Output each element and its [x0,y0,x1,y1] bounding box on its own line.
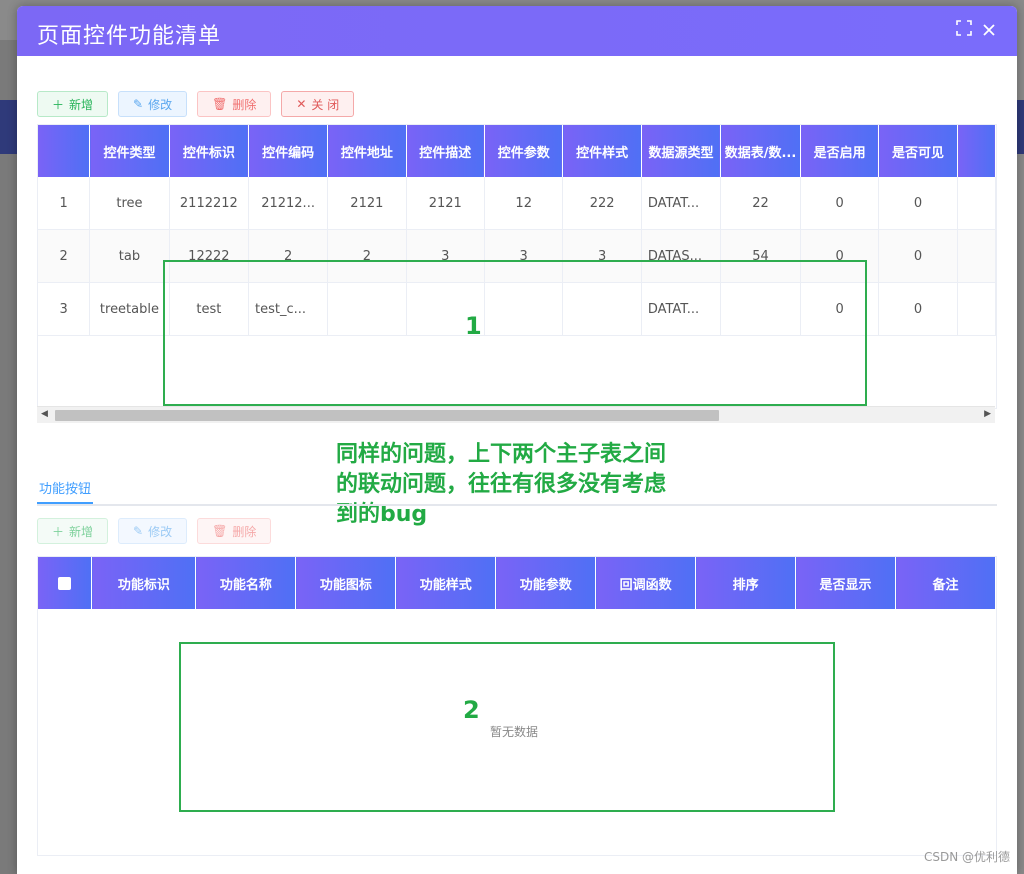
table-cell [957,229,996,283]
select-all-checkbox[interactable] [58,576,72,590]
column-header[interactable]: 是否启用 [800,125,880,177]
add-button[interactable]: ＋ 新增 [37,91,109,117]
table-cell: 12 [484,177,564,230]
add-button-label: 新增 [69,97,94,112]
table-cell: 22 [720,177,801,230]
plus-icon: ＋ [52,97,65,112]
column-header-overflow [957,125,996,177]
table-cell: tab [89,229,170,283]
table-cell: 0 [878,229,958,283]
column-header[interactable]: 功能标识 [91,557,197,609]
column-header[interactable]: 功能样式 [395,557,497,609]
sub-add-button-label: 新增 [69,524,94,539]
background-left-panel [0,40,18,874]
table-cell: 2 [38,229,91,283]
pencil-icon: ✎ [133,524,144,538]
table-cell: 0 [800,177,880,230]
sub-toolbar: ＋ 新增 ✎ 修改 🗑 删除 [37,518,272,546]
annotation-label-2: 2 [463,696,480,724]
select-all-column [38,557,93,609]
close-button-label: 关 闭 [311,97,340,112]
table-cell: 2121 [406,177,485,230]
column-header[interactable]: 是否显示 [795,557,897,609]
table-cell [957,177,996,230]
table-cell: 3 [38,282,91,336]
close-icon[interactable] [979,20,999,40]
annotation-label-1: 1 [465,312,482,340]
column-header[interactable]: 控件地址 [327,125,407,177]
sub-delete-button-label: 删除 [232,524,257,539]
background-right-panel [1016,40,1024,874]
edit-button[interactable]: ✎ 修改 [118,91,188,117]
column-header[interactable]: 是否可见 [878,125,958,177]
x-icon: ✕ [296,97,307,111]
trash-icon: 🗑 [212,97,228,111]
watermark: CSDN @优利德 [923,850,1010,864]
annotation-box-2 [179,642,835,812]
table-cell: 1 [38,177,91,230]
table-row[interactable]: 1 tree 2112212 21212... 2121 2121 12 222… [38,177,996,230]
sub-delete-button[interactable]: 🗑 删除 [197,518,272,544]
column-header[interactable]: 回调函数 [595,557,697,609]
column-header[interactable]: 备注 [895,557,996,609]
table-cell: tree [89,177,170,230]
table-cell: 0 [878,282,958,336]
column-header[interactable]: 控件描述 [406,125,485,177]
main-table-header: 控件类型 控件标识 控件编码 控件地址 控件描述 控件参数 控件样式 数据源类型… [38,125,996,177]
column-header[interactable]: 控件类型 [89,125,170,177]
modal-dialog: 页面控件功能清单 ＋ 新增 ✎ 修改 🗑 删除 ✕ 关 闭 控件类型 控件标识 … [17,6,1017,874]
pencil-icon: ✎ [133,97,144,111]
background-right-band [1016,100,1024,154]
edit-button-label: 修改 [148,97,173,112]
scrollbar-thumb[interactable] [55,410,719,421]
horizontal-scrollbar[interactable]: ◀ ▶ [37,406,995,423]
close-button[interactable]: ✕ 关 闭 [281,91,355,117]
table-cell: 2112212 [169,177,250,230]
main-toolbar: ＋ 新增 ✎ 修改 🗑 删除 ✕ 关 闭 [37,91,355,119]
scroll-left-icon[interactable]: ◀ [41,409,48,419]
table-cell: 0 [878,177,958,230]
delete-button-label: 删除 [232,97,257,112]
annotation-note-line: 同样的问题，上下两个主子表之间 [336,442,667,467]
tab-function-buttons[interactable]: 功能按钮 [37,478,94,504]
annotation-box-1 [163,260,867,406]
modal-title: 页面控件功能清单 [37,24,222,49]
column-header[interactable]: 控件样式 [562,125,642,177]
delete-button[interactable]: 🗑 删除 [197,91,272,117]
column-header[interactable]: 控件标识 [169,125,250,177]
table-cell: 21212... [248,177,329,230]
column-header-index [38,125,91,177]
scroll-right-icon[interactable]: ▶ [984,409,991,419]
background-left-band [0,100,18,154]
column-header[interactable]: 数据表/数... [720,125,801,177]
table-cell: 222 [562,177,642,230]
table-cell [957,282,996,336]
trash-icon: 🗑 [212,524,228,538]
sub-edit-button-label: 修改 [148,524,173,539]
modal-header: 页面控件功能清单 [17,6,1017,56]
column-header[interactable]: 功能名称 [195,557,297,609]
column-header[interactable]: 功能参数 [495,557,597,609]
table-cell: 2121 [327,177,407,230]
column-header[interactable]: 功能图标 [295,557,397,609]
sub-table-header: 功能标识 功能名称 功能图标 功能样式 功能参数 回调函数 排序 是否显示 备注 [38,557,996,609]
column-header[interactable]: 控件编码 [248,125,329,177]
column-header[interactable]: 数据源类型 [641,125,722,177]
column-header[interactable]: 排序 [695,557,797,609]
column-header[interactable]: 控件参数 [484,125,564,177]
detail-tabs: 功能按钮 [37,478,997,506]
table-cell: DATAT... [641,177,722,230]
maximize-icon[interactable] [954,20,974,40]
table-cell: treetable [89,282,170,336]
sub-edit-button[interactable]: ✎ 修改 [118,518,188,544]
sub-add-button[interactable]: ＋ 新增 [37,518,109,544]
plus-icon: ＋ [52,524,65,539]
